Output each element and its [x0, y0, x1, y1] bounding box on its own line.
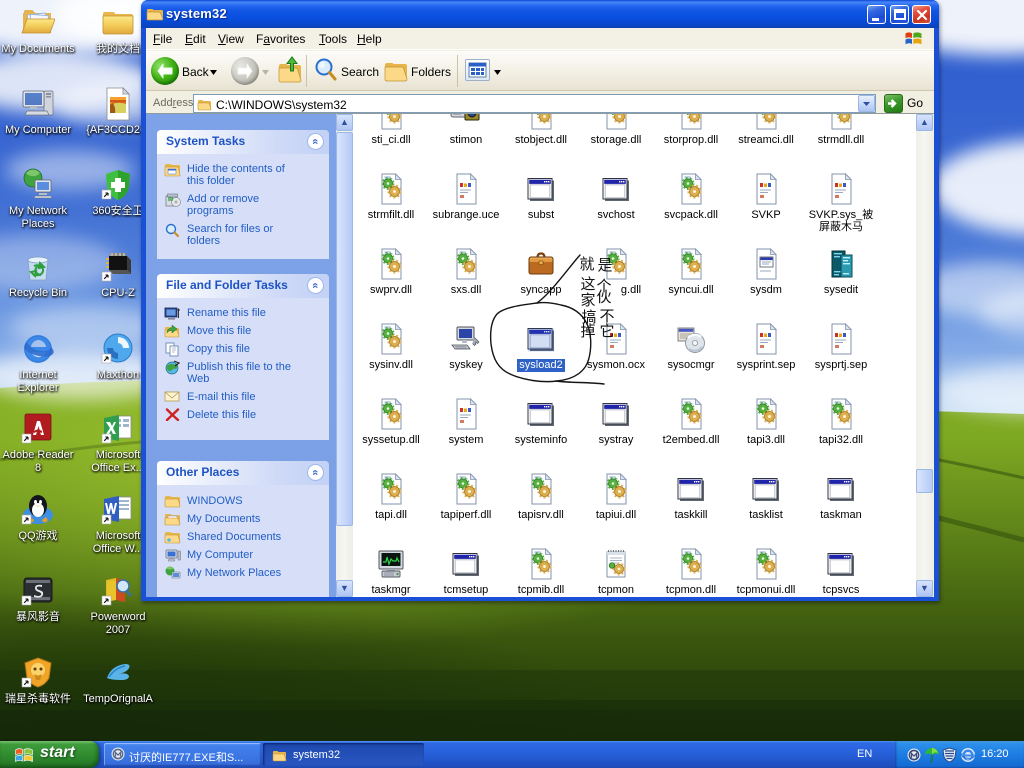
- svg-text:掉: 掉: [580, 323, 595, 340]
- svg-text:就: 就: [579, 256, 594, 273]
- svg-text:它: 它: [599, 322, 614, 340]
- svg-text:是: 是: [597, 257, 612, 274]
- svg-text:家: 家: [580, 292, 595, 309]
- svg-text:伙: 伙: [596, 289, 611, 306]
- svg-text:这: 这: [580, 276, 595, 293]
